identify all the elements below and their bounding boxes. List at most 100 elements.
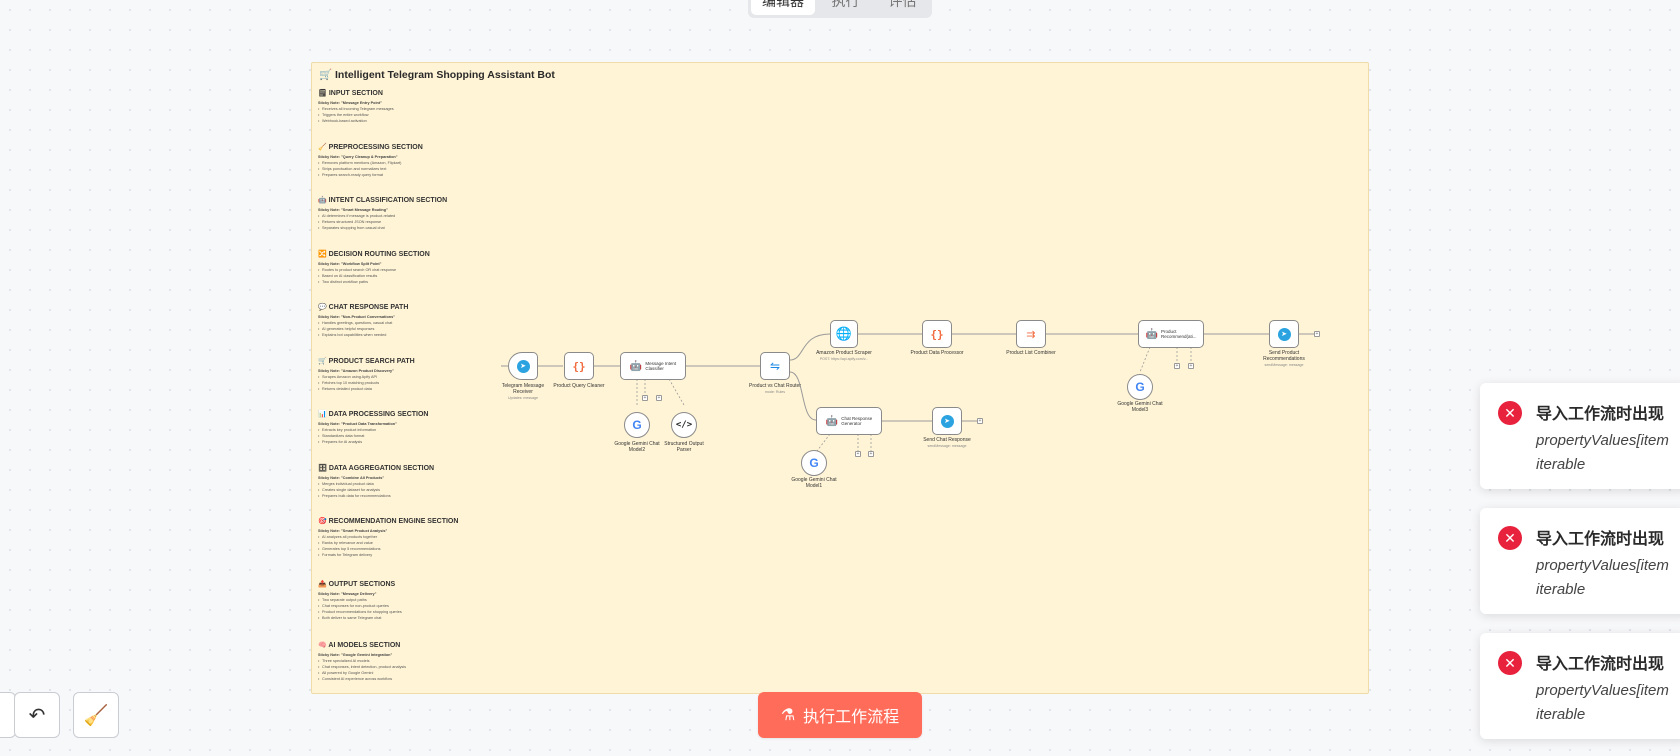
tab-executions[interactable]: 执行 (819, 0, 872, 15)
section-subtitle: Sticky Note: "Amazon Product Discovery" (318, 369, 394, 373)
send-recommendations-label: Send Product Recommendations (1263, 350, 1305, 362)
sticky-section: 🗒 INPUT SECTION Sticky Note: "Message Ent… (318, 89, 468, 124)
section-bullets: Merges individual product dataCreates si… (318, 481, 468, 499)
section-bullet: Formats for Telegram delivery (318, 552, 468, 558)
section-subtitle: Sticky Note: "Combine All Products" (318, 476, 385, 480)
add-tool-button[interactable]: + (656, 395, 662, 401)
telegram-receiver-label: Telegram Message Receiver (501, 383, 545, 395)
list-combiner-node[interactable]: ⇉ (1016, 320, 1046, 348)
sticky-section: 🧠 AI MODELS SECTION Sticky Note: "Google … (318, 641, 468, 682)
toast-message: propertyValues[item iterable (1536, 679, 1669, 727)
router-node[interactable]: ⇋ (760, 352, 790, 380)
error-icon: ✕ (1498, 401, 1522, 425)
output-parser-label: Structured Output Parser (664, 441, 704, 453)
amazon-scraper-label: Amazon Product Scraper (816, 350, 872, 356)
section-title: 📊 DATA PROCESSING SECTION (318, 411, 429, 418)
output-parser-node[interactable]: </> (671, 412, 697, 438)
sticky-section: 🧹 PREPROCESSING SECTION Sticky Note: "Que… (318, 143, 468, 178)
section-bullets: Two separate output pathsChat responses … (318, 597, 468, 621)
error-toast[interactable]: ✕ 导入工作流时出现 propertyValues[item iterable (1480, 508, 1680, 614)
telegram-receiver-sublabel: Updates: message (508, 396, 538, 400)
code-icon: {} (930, 327, 944, 341)
tab-evaluations[interactable]: 评估 (876, 0, 929, 15)
add-tool-button[interactable]: + (1188, 363, 1194, 369)
data-processor-node[interactable]: {} (922, 320, 952, 348)
amazon-scraper-node[interactable]: 🌐 (830, 320, 858, 348)
section-title: 📤 OUTPUT SECTIONS (318, 581, 396, 588)
robot-icon: 🤖 (1145, 328, 1158, 340)
sticky-section: 📊 DATA PROCESSING SECTION Sticky Note: "P… (318, 410, 468, 445)
section-bullet: Returns detailed product data (318, 386, 468, 392)
section-subtitle: Sticky Note: "Workflow Split Point" (318, 262, 382, 266)
toast-message-line: propertyValues[item (1536, 557, 1669, 574)
toast-title: 导入工作流时出现 (1536, 406, 1665, 423)
add-memory-button[interactable]: + (855, 451, 861, 457)
section-bullets: Three specialized AI modelsChat response… (318, 658, 468, 682)
send-chat-node[interactable]: ➤ (932, 407, 962, 435)
section-bullet: Consistent AI experience across workflow (318, 676, 468, 682)
toast-message-line: propertyValues[item (1536, 682, 1669, 699)
sticky-note[interactable]: 🛒 Intelligent Telegram Shopping Assistan… (311, 62, 1369, 694)
telegram-receiver-node[interactable]: ➤ (508, 352, 538, 380)
toast-message-line: iterable (1536, 456, 1586, 473)
toast-message-line: propertyValues[item (1536, 432, 1669, 449)
toast-title: 导入工作流时出现 (1536, 656, 1665, 673)
router-label: Product vs Chat Router (749, 383, 801, 389)
section-bullet: Two distinct workflow paths (318, 279, 468, 285)
section-subtitle: Sticky Note: "Google Gemini Integration" (318, 653, 393, 657)
code-brackets-icon: </> (675, 420, 693, 430)
list-combiner-label: Product List Combiner (1006, 350, 1056, 356)
section-bullets: Extracts key product informationStandard… (318, 427, 468, 445)
gemini-model1-node[interactable]: G (801, 450, 827, 476)
chat-generator-node[interactable]: 🤖 Chat Response Generator (816, 407, 882, 435)
router-sublabel: mode: Rules (764, 390, 786, 394)
section-title: 💬 CHAT RESPONSE PATH (318, 304, 409, 311)
section-bullet: Separates shopping from casual chat (318, 225, 468, 231)
clear-execution-button[interactable]: 🧹 (73, 692, 119, 738)
add-tool-button[interactable]: + (868, 451, 874, 457)
section-bullets: Scrapes Amazon using Apify APIFetches to… (318, 374, 468, 392)
recommender-node[interactable]: 🤖 Product Recommend(ati... (1138, 320, 1204, 348)
query-cleaner-node[interactable]: {} (564, 352, 594, 380)
section-bullets: Routes to product search OR chat respons… (318, 267, 468, 285)
error-toast[interactable]: ✕ 导入工作流时出现 propertyValues[item iterable (1480, 383, 1680, 489)
sticky-section: 🔀 DECISION ROUTING SECTION Sticky Note: "… (318, 250, 468, 285)
send-chat-sublabel: sendMessage: message (927, 444, 967, 448)
telegram-icon: ➤ (1277, 327, 1291, 341)
query-cleaner-label: Product Query Cleaner (553, 383, 605, 389)
gemini-model2-node[interactable]: G (624, 412, 650, 438)
switch-icon: ⇋ (769, 359, 781, 373)
data-processor-label: Product Data Processor (910, 350, 964, 356)
add-next-node-button[interactable]: + (1314, 331, 1320, 337)
robot-icon: 🤖 (825, 415, 839, 427)
sticky-title: 🛒 Intelligent Telegram Shopping Assistan… (319, 69, 555, 81)
section-title: 🤖 INTENT CLASSIFICATION SECTION (318, 197, 448, 204)
section-bullet: Prepares search-ready query format (318, 172, 468, 178)
gemini-model1-label: Google Gemini Chat Model1 (791, 477, 837, 489)
undo-button[interactable]: ↶ (14, 692, 60, 738)
sticky-section: 📤 OUTPUT SECTIONS Sticky Note: "Message D… (318, 580, 468, 621)
tab-editor[interactable]: 编辑器 (751, 0, 815, 15)
toast-message-line: iterable (1536, 706, 1586, 723)
section-bullets: Removes platform mentions (Amazon, Flipk… (318, 160, 468, 178)
section-bullet: Webhook-based activation (318, 118, 468, 124)
section-bullets: AI determines if message is product-rela… (318, 213, 468, 231)
section-bullet: Prepares bulk data for recommendations (318, 493, 468, 499)
section-title: 🗒 INPUT SECTION (318, 90, 383, 97)
add-memory-button[interactable]: + (642, 395, 648, 401)
intent-classifier-node[interactable]: 🤖 Message Intent Classifier (620, 352, 686, 380)
execute-workflow-button[interactable]: ⚗ 执行工作流程 (758, 692, 922, 738)
section-title: 🧠 AI MODELS SECTION (318, 642, 401, 649)
toast-title: 导入工作流时出现 (1536, 531, 1665, 548)
telegram-icon: ➤ (516, 359, 530, 373)
error-toast[interactable]: ✕ 导入工作流时出现 propertyValues[item iterable (1480, 633, 1680, 739)
section-title: 🎯 RECOMMENDATION ENGINE SECTION (318, 518, 459, 525)
send-recommendations-node[interactable]: ➤ (1269, 320, 1299, 348)
section-subtitle: Sticky Note: "Message Delivery" (318, 592, 377, 596)
add-next-node-button[interactable]: + (977, 418, 983, 424)
section-bullet: Explains bot capabilities when needed (318, 332, 468, 338)
sticky-section: 🗄 DATA AGGREGATION SECTION Sticky Note: "… (318, 464, 468, 499)
section-bullet: Both deliver to same Telegram chat (318, 615, 468, 621)
add-memory-button[interactable]: + (1174, 363, 1180, 369)
gemini-model3-node[interactable]: G (1127, 374, 1153, 400)
